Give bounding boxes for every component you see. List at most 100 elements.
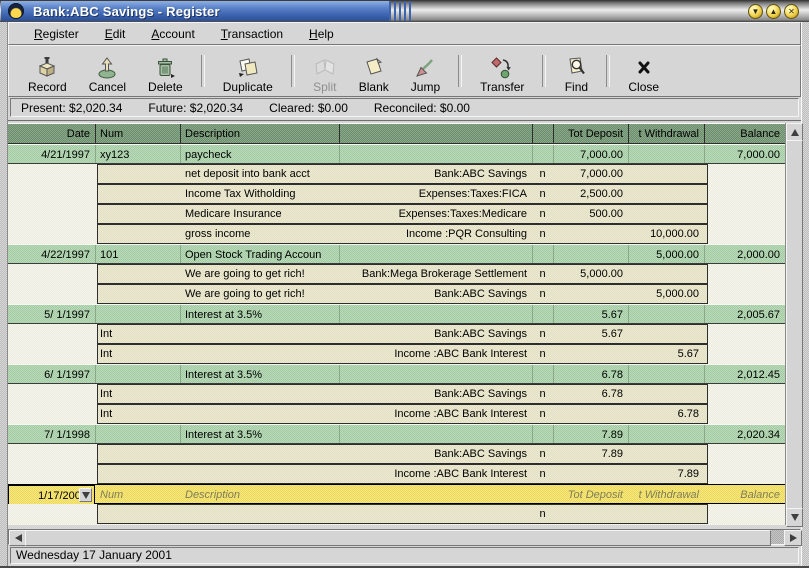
split-reconcile-cell[interactable]: n bbox=[532, 164, 553, 184]
txn-description-cell[interactable]: Open Stock Trading Accoun bbox=[180, 245, 339, 263]
split-row[interactable]: Bank:ABC Savingsn7.89 bbox=[8, 444, 785, 464]
txn-num-cell[interactable] bbox=[95, 305, 180, 323]
entry-split-reconcile-cell[interactable]: n bbox=[532, 504, 553, 524]
minimize-button[interactable]: ▼ bbox=[748, 4, 763, 19]
entry-balance-cell[interactable]: Balance bbox=[704, 485, 785, 503]
split-memo-cell[interactable]: We are going to get rich! bbox=[180, 264, 339, 284]
delete-button[interactable]: Delete bbox=[137, 47, 194, 95]
split-row[interactable]: We are going to get rich!Bank:ABC Saving… bbox=[8, 284, 785, 304]
txn-balance-cell[interactable]: 2,012.45 bbox=[704, 365, 785, 383]
txn-deposit-cell[interactable]: 6.78 bbox=[553, 365, 628, 383]
date-input[interactable]: 1/17/2001 bbox=[8, 485, 95, 505]
close-button[interactable]: ✕ bbox=[784, 4, 799, 19]
entry-num-cell[interactable]: Num bbox=[95, 485, 180, 503]
vertical-scrollbar[interactable] bbox=[785, 123, 801, 525]
split-action-cell[interactable]: Int bbox=[95, 344, 180, 364]
txn-description-cell[interactable]: Interest at 3.5% bbox=[180, 305, 339, 323]
txn-withdrawal-cell[interactable] bbox=[628, 305, 704, 323]
split-deposit-cell[interactable]: 6.78 bbox=[553, 384, 628, 404]
txn-balance-cell[interactable]: 7,000.00 bbox=[704, 145, 785, 163]
split-account-cell[interactable]: Bank:ABC Savings bbox=[339, 284, 532, 304]
split-reconcile-cell[interactable]: n bbox=[532, 264, 553, 284]
transaction-row[interactable]: 5/ 1/1997Interest at 3.5%5.672,005.67 bbox=[8, 304, 785, 324]
split-reconcile-cell[interactable]: n bbox=[532, 284, 553, 304]
split-memo-cell[interactable]: net deposit into bank acct bbox=[180, 164, 339, 184]
maximize-button[interactable]: ▲ bbox=[766, 4, 781, 19]
split-deposit-cell[interactable]: 500.00 bbox=[553, 204, 628, 224]
txn-balance-cell[interactable]: 2,020.34 bbox=[704, 425, 785, 443]
split-deposit-cell[interactable]: 7.89 bbox=[553, 444, 628, 464]
split-account-cell[interactable]: Expenses:Taxes:FICA bbox=[339, 184, 532, 204]
split-deposit-cell[interactable]: 7,000.00 bbox=[553, 164, 628, 184]
window-menu-button[interactable] bbox=[8, 3, 24, 19]
split-row[interactable]: IntBank:ABC Savingsn5.67 bbox=[8, 324, 785, 344]
txn-withdrawal-cell[interactable] bbox=[628, 365, 704, 383]
transaction-row[interactable]: 7/ 1/1998 Interest at 3.5% 7.89 2,020.34 bbox=[8, 424, 785, 444]
transaction-row[interactable]: 6/ 1/1997Interest at 3.5%6.782,012.45 bbox=[8, 364, 785, 384]
split-action-cell[interactable]: Int bbox=[95, 404, 180, 424]
header-withdrawal[interactable]: t Withdrawal bbox=[628, 124, 704, 143]
horizontal-scrollbar[interactable] bbox=[8, 528, 801, 546]
split-row[interactable]: gross incomeIncome :PQR Consultingn10,00… bbox=[8, 224, 785, 244]
txn-date-cell[interactable]: 6/ 1/1997 bbox=[8, 365, 95, 383]
menu-transaction[interactable]: Transaction bbox=[208, 24, 296, 44]
split-memo-cell[interactable]: gross income bbox=[180, 224, 339, 244]
new-entry-split-row[interactable]: n bbox=[8, 504, 785, 524]
txn-num-cell[interactable] bbox=[95, 425, 180, 443]
date-input-value[interactable]: 1/17/2001 bbox=[9, 486, 89, 504]
split-withdrawal-cell[interactable]: 5.67 bbox=[628, 344, 704, 364]
split-reconcile-cell[interactable]: n bbox=[532, 344, 553, 364]
new-entry-row[interactable]: 1/17/2001NumDescriptionTot Depositt With… bbox=[8, 484, 785, 504]
entry-description-cell[interactable]: Description bbox=[180, 485, 339, 503]
split-action-cell[interactable]: Int bbox=[95, 384, 180, 404]
split-reconcile-cell[interactable]: n bbox=[532, 384, 553, 404]
txn-num-cell[interactable] bbox=[95, 365, 180, 383]
split-memo-cell[interactable]: Medicare Insurance bbox=[180, 204, 339, 224]
record-button[interactable]: Record bbox=[17, 47, 78, 95]
blank-button[interactable]: Blank bbox=[348, 47, 400, 95]
scroll-down-button[interactable] bbox=[786, 508, 803, 527]
txn-deposit-cell[interactable]: 5.67 bbox=[553, 305, 628, 323]
titlebar[interactable]: Bank:ABC Savings - Register ▼▲✕ bbox=[0, 0, 809, 22]
split-row[interactable]: Income :ABC Bank Interestn7.89 bbox=[8, 464, 785, 484]
menu-register[interactable]: Register bbox=[21, 24, 92, 44]
transfer-button[interactable]: Transfer bbox=[469, 47, 535, 95]
txn-date-cell[interactable]: 7/ 1/1998 bbox=[8, 425, 95, 443]
split-row[interactable]: Int Income :ABC Bank Interestn 6.78 bbox=[8, 404, 785, 424]
split-reconcile-cell[interactable]: n bbox=[532, 204, 553, 224]
vertical-scroll-thumb[interactable] bbox=[786, 140, 803, 510]
header-num[interactable]: Num bbox=[95, 124, 180, 143]
header-balance[interactable]: Balance bbox=[704, 124, 785, 143]
split-account-cell[interactable]: Bank:Mega Brokerage Settlement bbox=[339, 264, 532, 284]
txn-date-cell[interactable]: 4/22/1997 bbox=[8, 245, 95, 263]
split-account-cell[interactable]: Bank:ABC Savings bbox=[339, 164, 532, 184]
split-withdrawal-cell[interactable]: 6.78 bbox=[628, 404, 704, 424]
split-reconcile-cell[interactable]: n bbox=[532, 184, 553, 204]
duplicate-button[interactable]: Duplicate bbox=[212, 47, 284, 95]
split-reconcile-cell[interactable]: n bbox=[532, 444, 553, 464]
txn-withdrawal-cell[interactable] bbox=[628, 145, 704, 163]
split-reconcile-cell[interactable]: n bbox=[532, 404, 553, 424]
split-memo-cell[interactable]: We are going to get rich! bbox=[180, 284, 339, 304]
split-account-cell[interactable]: Expenses:Taxes:Medicare bbox=[339, 204, 532, 224]
header-description[interactable]: Description bbox=[180, 124, 339, 143]
txn-deposit-cell[interactable]: 7,000.00 bbox=[553, 145, 628, 163]
txn-description-cell[interactable]: Interest at 3.5% bbox=[180, 425, 339, 443]
header-deposit[interactable]: Tot Deposit bbox=[553, 124, 628, 143]
split-reconcile-cell[interactable]: n bbox=[532, 464, 553, 484]
txn-date-cell[interactable]: 4/21/1997 bbox=[8, 145, 95, 163]
split-account-cell[interactable]: Income :ABC Bank Interest bbox=[339, 404, 532, 424]
horizontal-scroll-thumb[interactable] bbox=[25, 530, 771, 546]
split-row[interactable]: IntIncome :ABC Bank Interestn5.67 bbox=[8, 344, 785, 364]
menu-edit[interactable]: Edit bbox=[92, 24, 139, 44]
txn-withdrawal-cell[interactable]: 5,000.00 bbox=[628, 245, 704, 263]
split-withdrawal-cell[interactable]: 5,000.00 bbox=[628, 284, 704, 304]
close-button[interactable]: Close bbox=[617, 47, 670, 95]
header-date[interactable]: Date bbox=[8, 124, 95, 143]
scroll-right-button[interactable] bbox=[784, 530, 802, 546]
split-account-cell[interactable]: Bank:ABC Savings bbox=[339, 324, 532, 344]
find-button[interactable]: Find bbox=[553, 47, 599, 95]
txn-balance-cell[interactable]: 2,000.00 bbox=[704, 245, 785, 263]
split-action-cell[interactable]: Int bbox=[95, 324, 180, 344]
txn-deposit-cell[interactable]: 7.89 bbox=[553, 425, 628, 443]
